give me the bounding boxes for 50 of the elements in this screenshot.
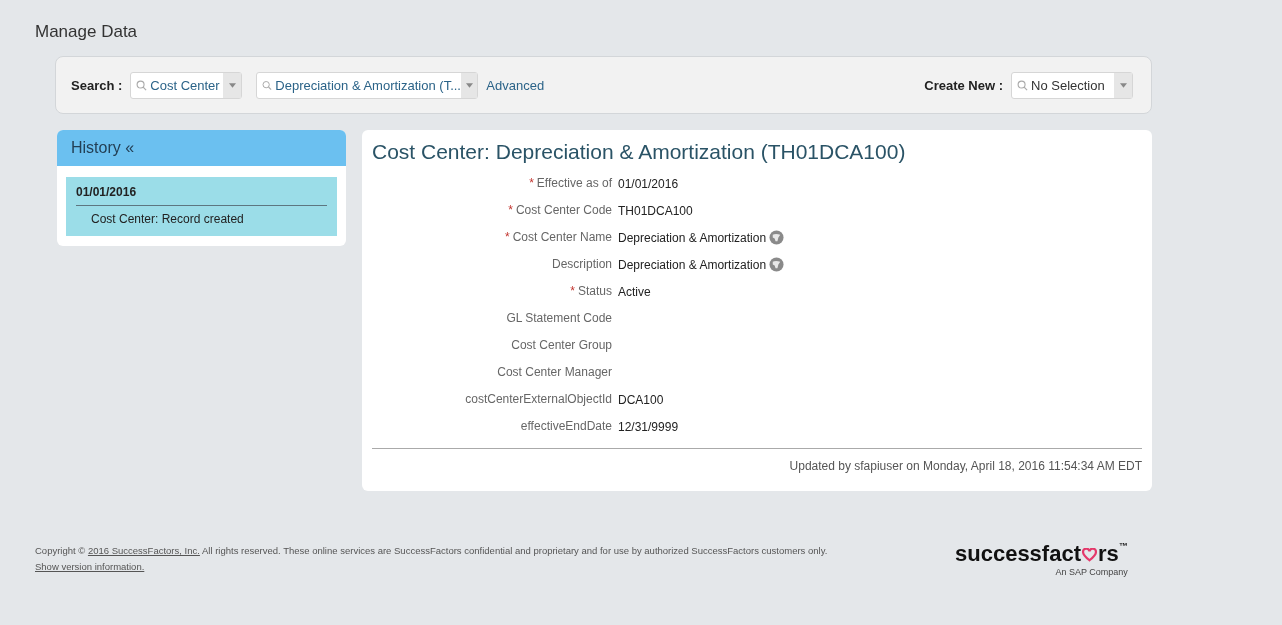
required-mark: * [508,203,513,217]
required-mark: * [504,230,510,244]
advanced-link[interactable]: Advanced [486,77,545,93]
search-icon [136,79,148,91]
search-icon [1017,79,1028,91]
field-label: GL Statement Code [506,311,612,325]
version-info-link[interactable]: Show version information. [35,561,145,572]
field-label: Cost Center Group [511,338,612,352]
field-label: Cost Center Name [512,230,612,244]
create-new-label: Create New : [924,77,1003,93]
logo-text: rs [1098,541,1119,567]
trademark-mark: ™ [1118,541,1128,551]
company-link[interactable]: 2016 SuccessFactors, Inc. [87,545,200,556]
globe-icon[interactable] [769,257,785,272]
history-toggle[interactable]: History « [57,130,346,166]
field-label: Cost Center Code [515,203,612,217]
object-type-dropdown[interactable]: Cost Center [130,71,243,99]
field-label: Effective as of [536,176,612,190]
field-label: Status [577,284,612,298]
field-label: effectiveEndDate [520,419,612,433]
field-value: Depreciation & Amortization [618,257,767,272]
globe-icon[interactable] [769,230,785,245]
caret-icon [461,72,478,98]
create-new-dropdown[interactable]: No Selection [1011,71,1133,99]
record-dropdown[interactable]: Depreciation & Amortization (T... [256,71,479,99]
history-entry[interactable]: 01/01/2016 Cost Center: Record created [66,177,337,236]
search-label: Search : [71,77,123,93]
required-mark: * [570,284,575,298]
logo-tagline: An SAP Company [1055,567,1128,577]
field-value: 01/01/2016 [618,176,679,191]
field-value: TH01DCA100 [618,203,693,218]
field-value: 12/31/9999 [618,419,679,434]
heart-icon [1082,548,1097,562]
history-date: 01/01/2016 [76,185,327,206]
field-label: Cost Center Manager [497,365,612,379]
field-value: DCA100 [618,392,664,407]
logo-text: successfact [955,541,1081,567]
page-title: Manage Data [35,22,139,42]
caret-icon [223,72,242,98]
required-mark: * [529,176,534,190]
updated-note: Updated by sfapiuser on Monday, April 18, 2016 11:54:34 AM EDT [788,459,1142,473]
copyright-text: Copyright © 2016 SuccessFactors, Inc. All rights reserved. These online services are SuccessFactors confidential and proprietary and for use by authorized SuccessFactors customers only. Show version information. [35,544,829,574]
history-text: Cost Center: Record created [90,211,245,226]
field-label: costCenterExternalObjectId [465,392,612,406]
field-value: Active [618,284,651,299]
caret-icon [1114,72,1132,98]
field-value: Depreciation & Amortization [618,230,767,245]
record-title: Cost Center: Depreciation & Amortization (TH01DCA100) [372,140,907,164]
field-label: Description [551,257,612,271]
search-icon [262,79,273,91]
